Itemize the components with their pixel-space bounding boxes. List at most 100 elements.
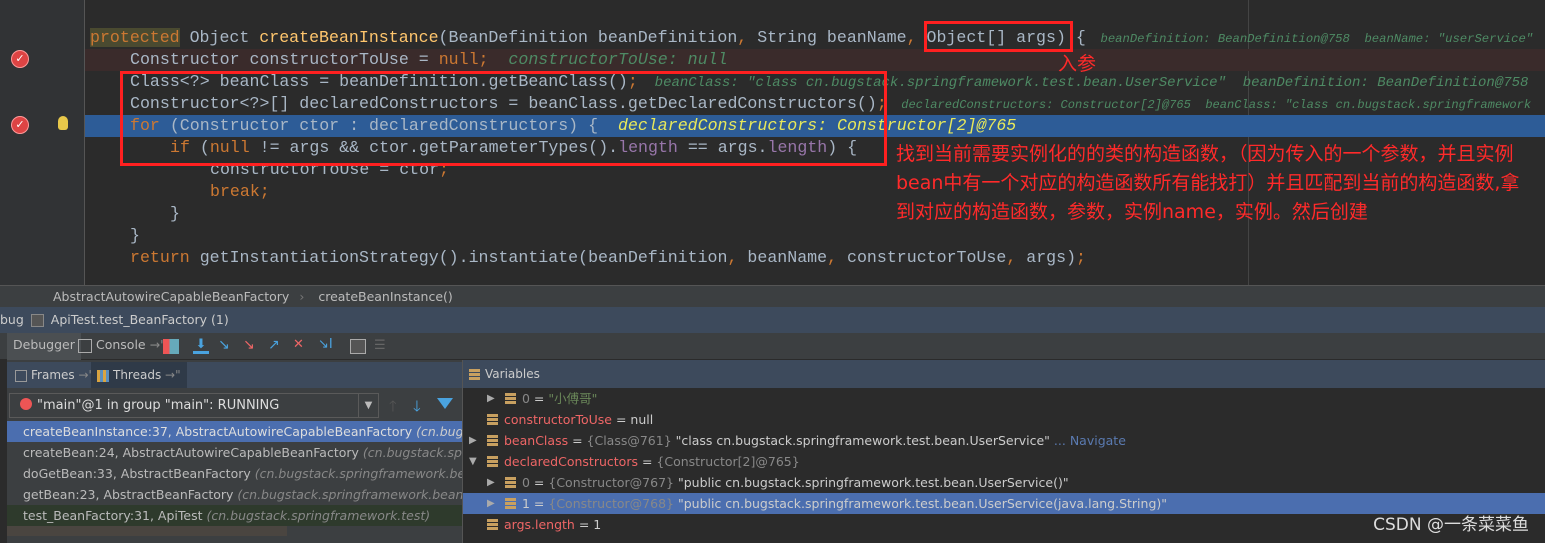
variable-value: "public cn.bugstack.springframework.test… — [677, 496, 1168, 511]
expand-arrow-icon[interactable]: ▶ — [487, 472, 495, 493]
code-token: } — [130, 226, 140, 245]
code-line[interactable]: Constructor constructorToUse = null; con… — [85, 49, 1545, 71]
variable-ref: {Class@761} — [586, 433, 672, 448]
breakpoint-icon[interactable]: ✓ — [11, 50, 29, 68]
frame-method: test_BeanFactory:31, ApiTest — [23, 508, 203, 523]
code-token: createBeanInstance — [259, 28, 439, 47]
thread-selector[interactable]: "main"@1 in group "main": RUNNING ▼ — [9, 393, 379, 418]
code-token: ; — [259, 182, 270, 201]
code-token: args) — [1026, 248, 1077, 267]
field-icon — [487, 456, 498, 467]
tab-debugger[interactable]: Debugger — [7, 333, 81, 360]
frame-method: getBean:23, AbstractBeanFactory — [23, 487, 234, 502]
breadcrumb-method[interactable]: createBeanInstance() — [318, 289, 452, 304]
breakpoint-icon[interactable]: ✓ — [11, 116, 29, 134]
variables-title: Variables — [485, 367, 540, 381]
watermark: CSDN @一条菜菜鱼 — [1373, 515, 1529, 535]
tab-console[interactable]: Console →" — [72, 333, 172, 360]
frame-item[interactable]: doGetBean:33, AbstractBeanFactory (cn.bu… — [7, 463, 462, 484]
args-highlight-box — [924, 21, 1073, 52]
show-execution-point-icon[interactable] — [163, 339, 179, 354]
frame-item[interactable]: createBean:24, AbstractAutowireCapableBe… — [7, 442, 462, 463]
field-icon — [487, 414, 498, 425]
debug-title-bar: bug ApiTest.test_BeanFactory (1) — [0, 307, 1545, 333]
lightbulb-icon[interactable] — [58, 116, 68, 130]
code-token: Object — [179, 28, 260, 47]
expand-arrow-icon[interactable]: ▶ — [487, 388, 495, 409]
frame-item[interactable]: test_BeanFactory:31, ApiTest (cn.bugstac… — [7, 505, 462, 526]
tab-threads[interactable]: Threads →" — [91, 362, 187, 388]
variable-name: beanClass — [504, 433, 569, 448]
variable-name: 0 — [522, 391, 530, 406]
code-token: beanName — [747, 248, 828, 267]
code-token: return — [130, 248, 190, 267]
frame-item[interactable]: createBeanInstance:37, AbstractAutowireC… — [7, 421, 462, 442]
tab-label: Debugger — [13, 337, 75, 352]
chevron-down-icon[interactable]: ▼ — [358, 394, 378, 417]
inline-value-hint: declaredConstructors: Constructor[2]@765… — [886, 98, 1532, 112]
filter-icon[interactable] — [437, 398, 453, 409]
debug-label: bug — [0, 312, 24, 327]
trace-icon[interactable]: ☰ — [374, 339, 390, 354]
frame-method: doGetBean:33, AbstractBeanFactory — [23, 466, 251, 481]
variables-header: Variables — [463, 360, 1545, 388]
variable-name: args.length — [504, 517, 575, 532]
frame-package: (cn.bugstack.springframework.beans.facto… — [254, 466, 462, 481]
field-icon — [505, 498, 516, 509]
frame-package: (cn.bugstack.springframework.beans.facto… — [237, 487, 462, 502]
expand-arrow-icon[interactable]: ▶ — [469, 430, 477, 451]
debug-session-tab[interactable]: ApiTest.test_BeanFactory (1) — [51, 312, 229, 327]
variable-value: "class cn.bugstack.springframework.test.… — [675, 433, 1050, 448]
frame-item[interactable]: getBean:23, AbstractBeanFactory (cn.bugs… — [7, 484, 462, 505]
code-editor[interactable]: protected Object createBeanInstance(Bean… — [0, 0, 1545, 285]
variable-name: 0 — [522, 475, 530, 490]
expand-arrow-icon[interactable]: ▶ — [487, 493, 495, 514]
code-text: } — [130, 225, 140, 247]
collapse-arrow-icon[interactable]: ▼ — [469, 451, 477, 472]
breadcrumb-class[interactable]: AbstractAutowireCapableBeanFactory — [53, 289, 289, 304]
variables-icon — [469, 369, 480, 380]
code-token: break — [210, 182, 260, 201]
variable-value: "public cn.bugstack.springframework.test… — [677, 475, 1069, 490]
step-out-icon[interactable]: ↗ — [268, 338, 284, 354]
thread-running-icon — [20, 398, 32, 410]
navigate-link[interactable]: ... Navigate — [1054, 433, 1126, 448]
code-text: } — [170, 203, 180, 225]
variable-value: null — [630, 412, 654, 427]
run-to-cursor-icon[interactable]: ↘I — [318, 338, 334, 354]
drop-frame-icon[interactable]: ✕ — [293, 338, 309, 354]
debug-toolbar: Debugger Console →" ⬇ ↘ ↘ ↗ ✕ ↘I ☰ — [0, 333, 1545, 360]
code-text: break; — [210, 181, 270, 203]
evaluate-expression-icon[interactable] — [350, 339, 366, 354]
arrow-up-icon[interactable]: 🡑 — [389, 396, 397, 421]
variable-name: 1 — [522, 496, 530, 511]
code-token: protected — [90, 28, 180, 47]
force-step-into-icon[interactable]: ↘ — [243, 338, 259, 354]
arrow-down-icon[interactable]: 🡓 — [413, 396, 421, 421]
frame-item-library[interactable] — [7, 526, 287, 536]
frames-tabs: Frames →" Threads →" — [7, 362, 462, 388]
code-highlight-box — [120, 71, 887, 166]
tab-frames[interactable]: Frames →" — [15, 362, 94, 388]
variable-ref: {Constructor@767} — [548, 475, 674, 490]
field-icon — [505, 393, 516, 404]
frame-package: (cn.bugstack.springframework.beans.facto… — [416, 424, 462, 439]
variable-row[interactable]: ▼ declaredConstructors = {Constructor[2]@… — [463, 451, 1545, 472]
variable-ref: {Constructor[2]@765} — [656, 454, 800, 469]
variable-row[interactable]: ▶ 0 = "小傅哥" — [463, 388, 1545, 409]
variable-row[interactable]: ▶ beanClass = {Class@761} "class cn.bugst… — [463, 430, 1545, 451]
tab-label: Frames — [31, 368, 75, 382]
code-line[interactable]: protected Object createBeanInstance(Bean… — [0, 27, 1545, 49]
variable-row[interactable]: constructorToUse = null — [463, 409, 1545, 430]
explanation-annotation: 找到当前需要实例化的的类的构造函数，（因为传入的一个参数，并且实例bean中有一… — [896, 143, 1520, 223]
code-line[interactable]: } — [0, 225, 1545, 247]
step-over-icon[interactable]: ⬇ — [193, 338, 209, 354]
variable-name: declaredConstructors — [504, 454, 638, 469]
variable-ref: {Constructor@768} — [548, 496, 674, 511]
variable-row[interactable]: ▶ 0 = {Constructor@767} "public cn.bugsta… — [463, 472, 1545, 493]
inline-value-hint: constructorToUse: null — [488, 50, 728, 69]
code-token: Constructor constructorToUse = — [130, 50, 439, 69]
code-line[interactable]: return getInstantiationStrategy().instan… — [0, 247, 1545, 269]
step-into-icon[interactable]: ↘ — [218, 338, 234, 354]
variable-name: constructorToUse — [504, 412, 612, 427]
